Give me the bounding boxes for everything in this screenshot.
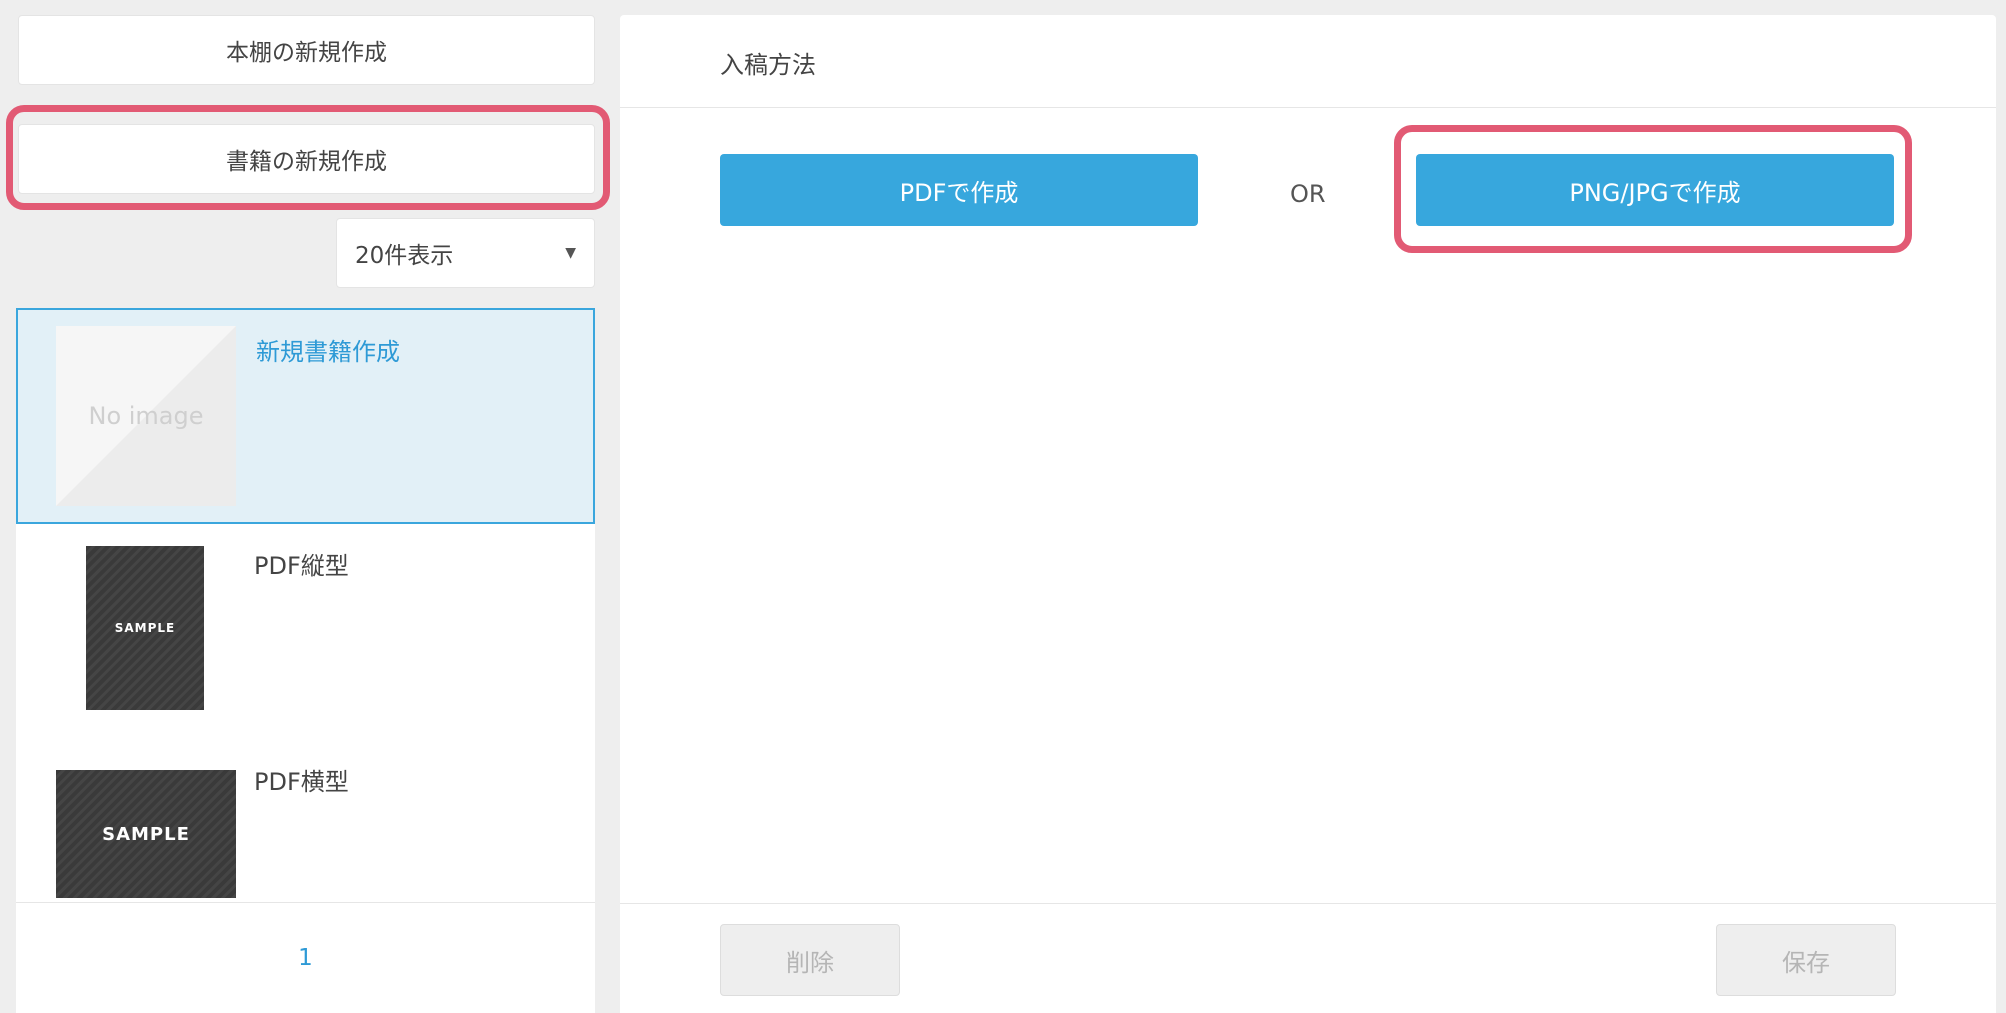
per-page-value: 20件表示 [355,243,454,269]
or-label: OR [1290,180,1326,208]
pagination: 1 [16,902,595,1013]
book-item-pdf-landscape[interactable]: SAMPLE PDF横型 [16,740,595,902]
section-title: 入稿方法 [720,51,816,79]
book-title: 新規書籍作成 [256,338,400,366]
book-title: PDF縦型 [254,552,349,580]
book-title: PDF横型 [254,768,349,796]
new-book-highlight-frame [6,105,610,210]
book-item-pdf-portrait[interactable]: SAMPLE PDF縦型 [16,524,595,740]
save-label: 保存 [1782,948,1830,977]
sample-label: SAMPLE [114,621,176,635]
no-image-label: No image [88,402,204,430]
main-panel: 入稿方法 PDFで作成 OR PNG/JPGで作成 削除 保存 [620,15,1996,1013]
no-image-thumbnail: No image [56,326,236,506]
caret-down-icon: ▼ [565,245,576,261]
per-page-select[interactable]: 20件表示 ▼ [336,218,595,288]
page-link-1[interactable]: 1 [298,945,313,971]
delete-label: 削除 [786,948,834,977]
book-list: No image 新規書籍作成 SAMPLE PDF縦型 SAMPLE PDF横… [16,308,595,902]
save-button[interactable]: 保存 [1716,924,1896,996]
create-pdf-button[interactable]: PDFで作成 [720,154,1198,226]
sample-label: SAMPLE [102,823,190,845]
delete-button[interactable]: 削除 [720,924,900,996]
new-shelf-label: 本棚の新規作成 [226,40,387,66]
panel-header: 入稿方法 [620,15,1996,108]
png-jpg-highlight-frame [1394,125,1912,253]
new-shelf-button[interactable]: 本棚の新規作成 [18,15,595,85]
panel-footer: 削除 保存 [620,903,1996,1013]
sample-thumbnail-landscape: SAMPLE [56,770,236,898]
create-pdf-label: PDFで作成 [899,178,1019,207]
sample-thumbnail-portrait: SAMPLE [86,546,204,710]
book-item-new[interactable]: No image 新規書籍作成 [16,308,595,524]
